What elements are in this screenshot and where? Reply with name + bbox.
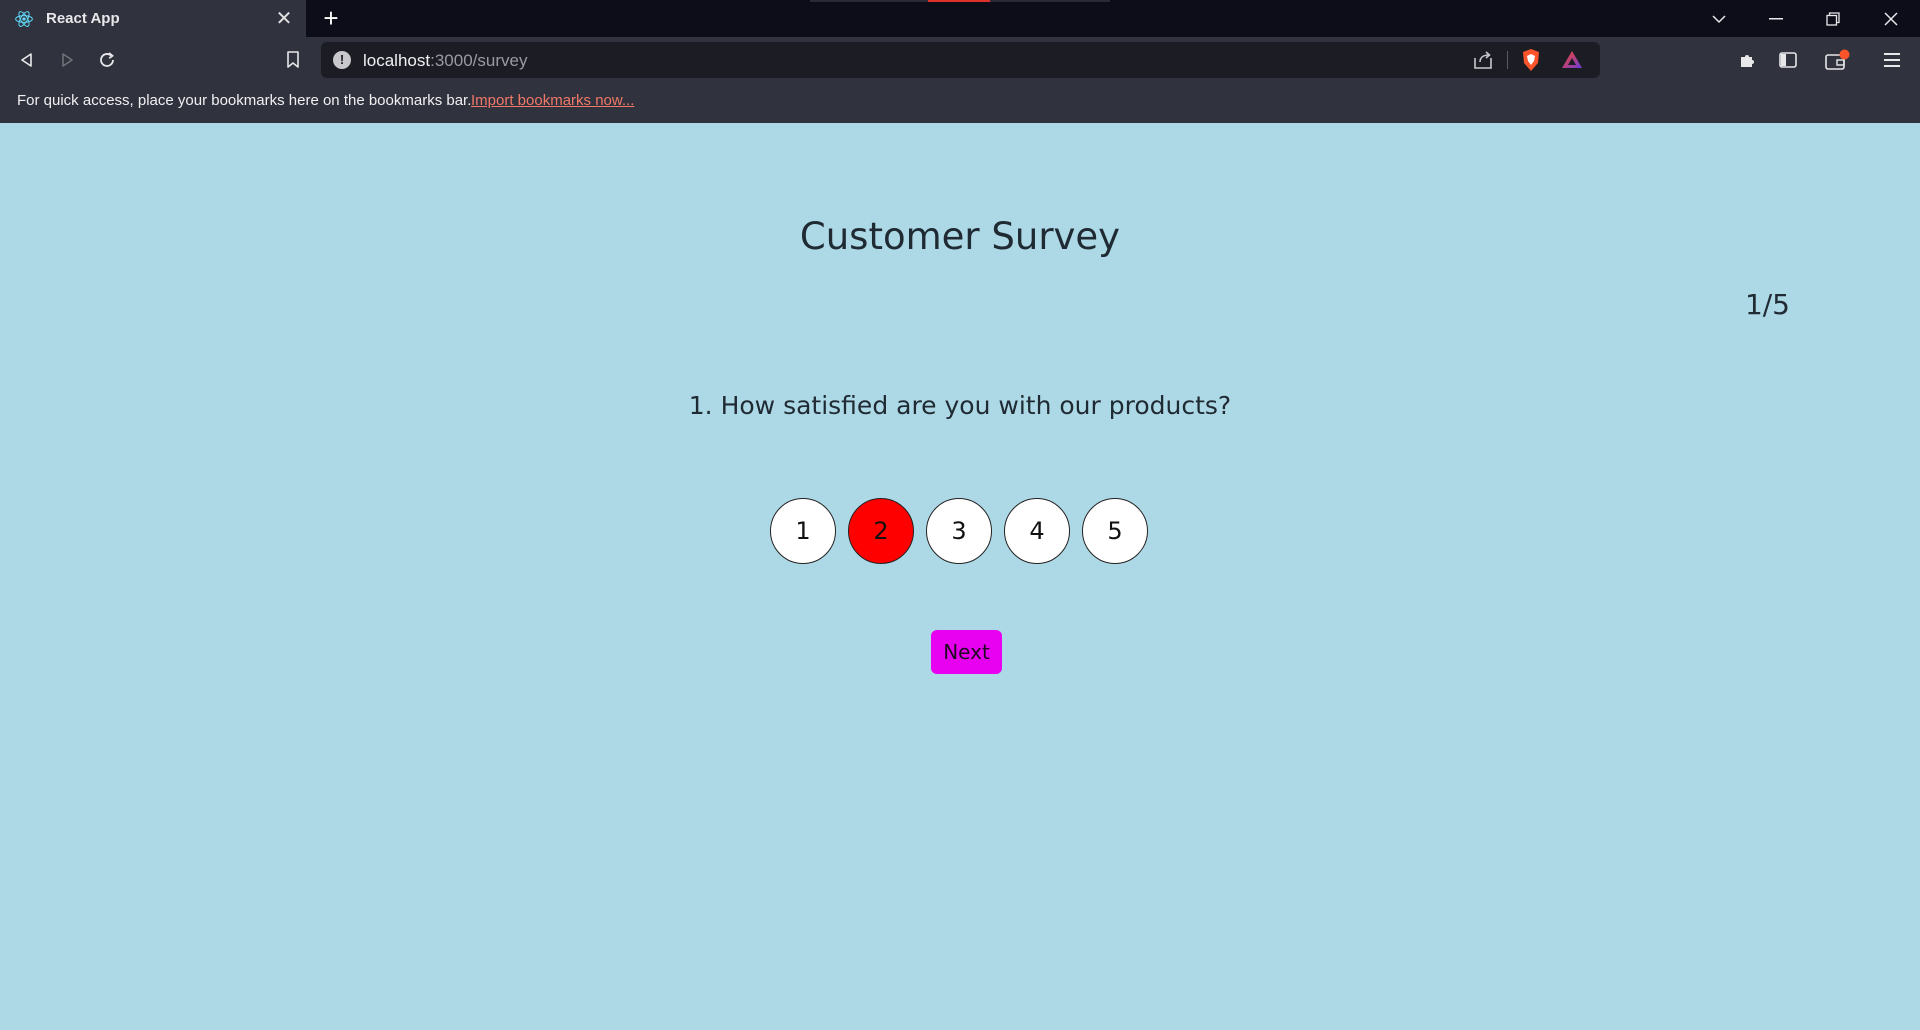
sidebar-icon[interactable] <box>1775 47 1801 73</box>
browser-toolbar: ! localhost:3000/survey <box>0 37 1920 83</box>
info-icon[interactable]: ! <box>333 51 351 69</box>
brave-shields-icon[interactable] <box>1519 48 1543 72</box>
new-tab-button[interactable]: + <box>318 5 344 32</box>
address-bar-divider <box>1507 51 1508 69</box>
tab-search-chevron-icon[interactable] <box>1699 4 1739 34</box>
bookmarks-bar: For quick access, place your bookmarks h… <box>0 83 1920 123</box>
survey-page: Customer Survey 1/5 1. How satisfied are… <box>0 123 1920 1030</box>
next-button[interactable]: Next <box>931 630 1002 674</box>
rating-option-5[interactable]: 5 <box>1082 498 1148 564</box>
share-icon[interactable] <box>1472 50 1494 70</box>
hamburger-menu-icon[interactable] <box>1879 47 1905 73</box>
puzzle-icon[interactable] <box>1734 47 1760 73</box>
close-window-icon[interactable] <box>1871 4 1911 34</box>
back-arrow-icon[interactable] <box>13 46 41 74</box>
browser-tab[interactable]: React App ✕ <box>0 0 306 37</box>
minimize-icon[interactable] <box>1756 4 1796 34</box>
restore-icon[interactable] <box>1813 4 1853 34</box>
url-path: :3000/survey <box>430 51 528 70</box>
rating-option-1[interactable]: 1 <box>770 498 836 564</box>
rating-option-2[interactable]: 2 <box>848 498 914 564</box>
forward-arrow-icon[interactable] <box>53 46 81 74</box>
rating-options: 1 2 3 4 5 <box>770 498 1150 564</box>
bookmarks-bar-message: For quick access, place your bookmarks h… <box>17 92 472 109</box>
url-host: localhost <box>363 51 431 70</box>
wallet-icon[interactable] <box>1825 47 1851 73</box>
brave-rewards-icon[interactable] <box>1561 49 1583 71</box>
close-tab-icon[interactable]: ✕ <box>272 7 296 31</box>
reload-icon[interactable] <box>93 46 121 74</box>
question-counter: 1/5 <box>1744 288 1790 321</box>
bookmark-icon[interactable] <box>279 46 307 74</box>
page-title: Customer Survey <box>799 215 1121 258</box>
import-bookmarks-link[interactable]: Import bookmarks now... <box>471 92 634 109</box>
tab-strip-indicator <box>810 0 1110 2</box>
browser-titlebar: React App ✕ + <box>0 0 1920 37</box>
tab-title: React App <box>46 10 120 27</box>
question-text: 1. How satisfied are you with our produc… <box>688 391 1232 420</box>
address-bar[interactable]: ! localhost:3000/survey <box>321 42 1600 78</box>
url-text[interactable]: localhost:3000/survey <box>363 51 527 71</box>
rating-option-4[interactable]: 4 <box>1004 498 1070 564</box>
react-icon <box>15 10 33 27</box>
rating-option-3[interactable]: 3 <box>926 498 992 564</box>
